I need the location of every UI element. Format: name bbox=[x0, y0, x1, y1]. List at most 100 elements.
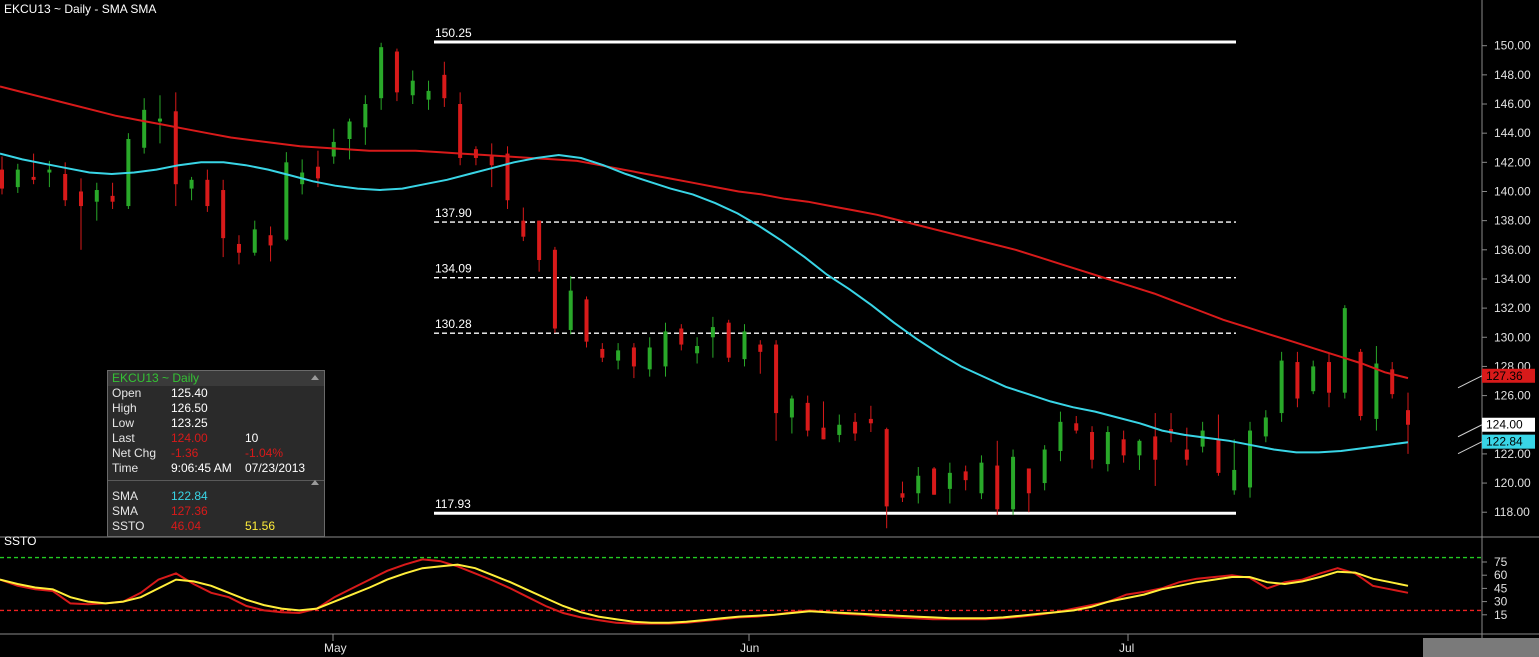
candle[interactable] bbox=[947, 462, 952, 504]
candle-body bbox=[142, 109, 147, 148]
candle[interactable] bbox=[631, 343, 636, 379]
candle[interactable] bbox=[821, 401, 826, 440]
candle[interactable] bbox=[521, 207, 526, 242]
candle[interactable] bbox=[1358, 348, 1363, 421]
time-tick-label: May bbox=[324, 641, 347, 655]
candle[interactable] bbox=[1169, 413, 1174, 443]
candle[interactable] bbox=[837, 414, 842, 443]
candle[interactable] bbox=[726, 319, 731, 363]
candle[interactable] bbox=[110, 182, 115, 209]
candle[interactable] bbox=[868, 405, 873, 433]
candle-body bbox=[1263, 417, 1268, 437]
collapse-chevron-icon[interactable] bbox=[311, 480, 319, 485]
collapse-chevron-icon[interactable] bbox=[311, 375, 319, 380]
candle[interactable] bbox=[552, 246, 557, 333]
candle[interactable] bbox=[1311, 360, 1316, 395]
candle[interactable] bbox=[394, 48, 399, 102]
candle[interactable] bbox=[126, 133, 131, 209]
candle[interactable] bbox=[1295, 351, 1300, 408]
candle[interactable] bbox=[1248, 421, 1253, 498]
time-tick-label: Jul bbox=[1119, 641, 1134, 655]
candle[interactable] bbox=[236, 235, 241, 265]
candle[interactable] bbox=[1105, 426, 1110, 472]
candle[interactable] bbox=[1374, 346, 1379, 431]
candle[interactable] bbox=[442, 61, 447, 107]
candle[interactable] bbox=[900, 481, 905, 503]
candle[interactable] bbox=[963, 465, 968, 491]
candle[interactable] bbox=[78, 178, 83, 250]
candle[interactable] bbox=[410, 70, 415, 105]
candle[interactable] bbox=[1279, 351, 1284, 422]
candle[interactable] bbox=[379, 42, 384, 110]
candle[interactable] bbox=[426, 80, 431, 110]
candle[interactable] bbox=[1042, 445, 1047, 491]
candle[interactable] bbox=[205, 169, 210, 212]
candle[interactable] bbox=[157, 95, 162, 144]
scrollbar-thumb[interactable] bbox=[1423, 638, 1539, 657]
candle[interactable] bbox=[1074, 415, 1079, 434]
candle[interactable] bbox=[189, 176, 194, 201]
candle[interactable] bbox=[979, 455, 984, 500]
row-low: Low 123.25 bbox=[112, 416, 208, 430]
candle[interactable] bbox=[252, 220, 257, 256]
candle[interactable] bbox=[758, 340, 763, 374]
candle[interactable] bbox=[916, 467, 921, 504]
candle[interactable] bbox=[473, 146, 478, 166]
candle[interactable] bbox=[142, 98, 147, 154]
candle[interactable] bbox=[616, 343, 621, 370]
candle-body bbox=[1137, 440, 1142, 456]
candle[interactable] bbox=[0, 156, 4, 195]
candle[interactable] bbox=[268, 226, 273, 262]
candle[interactable] bbox=[710, 316, 715, 358]
candle[interactable] bbox=[995, 440, 1000, 516]
candle[interactable] bbox=[173, 92, 178, 207]
data-window-header[interactable]: EKCU13 ~ Daily bbox=[108, 371, 324, 386]
price-chart[interactable]: 150.25 137.90 134.09 130.28 117.93 May Jun Jul… bbox=[0, 0, 1539, 657]
candle[interactable] bbox=[300, 159, 305, 195]
candle[interactable] bbox=[363, 95, 368, 145]
ssto-k-line[interactable] bbox=[0, 558, 1409, 625]
data-window[interactable]: EKCU13 ~ Daily Open 125.40 High 126.50 Low… bbox=[107, 370, 325, 537]
candle[interactable] bbox=[663, 322, 668, 377]
candle[interactable] bbox=[1026, 468, 1031, 513]
candle[interactable] bbox=[679, 324, 684, 351]
candle[interactable] bbox=[1011, 449, 1016, 516]
candle[interactable] bbox=[568, 276, 573, 335]
candle[interactable] bbox=[695, 337, 700, 364]
candle[interactable] bbox=[284, 152, 289, 242]
candle[interactable] bbox=[584, 296, 589, 348]
candle[interactable] bbox=[489, 143, 494, 188]
candle[interactable] bbox=[1216, 414, 1221, 476]
candle[interactable] bbox=[1058, 411, 1063, 462]
candle-body bbox=[1406, 410, 1410, 425]
candle[interactable] bbox=[31, 153, 36, 185]
candle[interactable] bbox=[537, 220, 542, 272]
candle[interactable] bbox=[1153, 413, 1158, 486]
candle[interactable] bbox=[805, 395, 810, 437]
candle[interactable] bbox=[1342, 305, 1347, 399]
candle[interactable] bbox=[221, 179, 226, 258]
row-open: Open 125.40 bbox=[112, 386, 208, 400]
candle[interactable] bbox=[1263, 410, 1268, 443]
candle[interactable] bbox=[742, 324, 747, 367]
candle[interactable] bbox=[1232, 439, 1237, 495]
candle[interactable] bbox=[774, 340, 779, 441]
candle[interactable] bbox=[789, 395, 794, 434]
candle[interactable] bbox=[932, 467, 937, 495]
candle[interactable] bbox=[600, 343, 605, 363]
sma-slow-line[interactable] bbox=[0, 85, 1409, 380]
candle[interactable] bbox=[331, 128, 336, 164]
candle[interactable] bbox=[94, 182, 99, 221]
candle[interactable] bbox=[1184, 427, 1189, 466]
candle[interactable] bbox=[15, 163, 20, 193]
candle[interactable] bbox=[1327, 353, 1332, 408]
value-tick-label: 138.00 bbox=[1494, 214, 1531, 228]
candle[interactable] bbox=[1406, 392, 1410, 454]
candle[interactable] bbox=[647, 337, 652, 377]
candle[interactable] bbox=[1090, 426, 1095, 469]
candle[interactable] bbox=[1137, 439, 1142, 470]
candle[interactable] bbox=[1121, 430, 1126, 463]
candle[interactable] bbox=[347, 118, 352, 160]
candle[interactable] bbox=[853, 413, 858, 441]
candle[interactable] bbox=[1390, 362, 1395, 399]
